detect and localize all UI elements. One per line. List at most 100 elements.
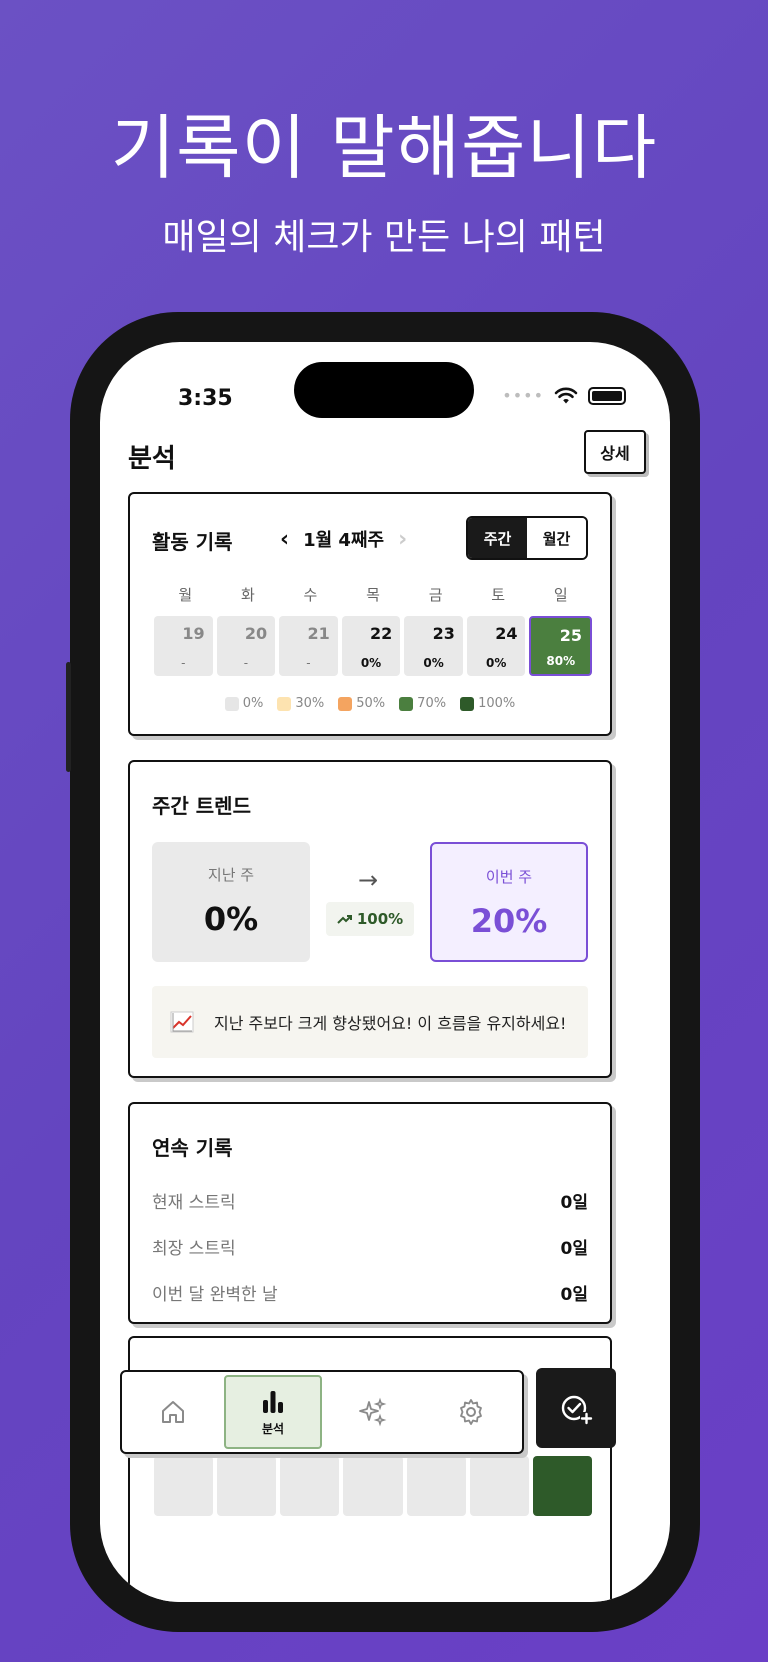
day-cell <box>154 1456 214 1516</box>
streak-row-perfect: 이번 달 완벽한 날 0일 <box>152 1280 588 1305</box>
battery-icon <box>588 386 626 405</box>
check-add-icon <box>561 1395 593 1425</box>
weekday-label: 목 <box>366 586 380 604</box>
page-title: 분석 <box>128 444 176 474</box>
change-value: 100% <box>356 910 404 928</box>
day-cell <box>280 1456 340 1516</box>
legend-label: 0% <box>242 696 264 711</box>
week-navigator: ‹ 1월 4째주 › <box>280 526 407 552</box>
streak-label: 최장 스트릭 <box>152 1239 236 1259</box>
period-toggle: 주간 월간 <box>466 516 588 560</box>
tab-insights[interactable] <box>326 1375 420 1449</box>
chevron-left-icon[interactable]: ‹ <box>280 527 289 552</box>
phone-screen: 3:35 •••• 분석 상세 활동 기록 ‹ 1월 4째주 › 주간 월간 월… <box>100 342 670 1602</box>
streak-value: 0일 <box>560 1193 588 1213</box>
last-week-box: 지난 주 0% <box>152 842 310 962</box>
peek-day-grid <box>154 1456 592 1516</box>
streak-label: 이번 달 완벽한 날 <box>152 1285 278 1305</box>
day-grid: 19 - 20 - 21 - 22 0% 23 0% 24 0% 25 80% <box>154 616 593 676</box>
legend-swatch <box>399 696 414 711</box>
toggle-weekly[interactable]: 주간 <box>468 518 527 558</box>
day-cell[interactable]: 19 - <box>154 616 213 676</box>
trend-title: 주간 트렌드 <box>152 794 251 818</box>
day-cell <box>217 1456 277 1516</box>
sparkles-icon <box>359 1397 387 1427</box>
trending-up-icon <box>337 915 352 924</box>
streak-row-current: 현재 스트릭 0일 <box>152 1188 588 1213</box>
tab-bar: 분석 <box>120 1370 524 1454</box>
dynamic-island <box>294 362 474 418</box>
this-week-value: 20% <box>470 902 548 940</box>
tab-home[interactable] <box>126 1375 220 1449</box>
home-icon <box>162 1401 184 1423</box>
legend-label: 70% <box>417 696 447 711</box>
trend-message: 지난 주보다 크게 향상됐어요! 이 흐름을 유지하세요! <box>152 986 588 1058</box>
day-number: 25 <box>559 626 583 645</box>
weekday-header: 월 화 수 목 금 토 일 <box>154 584 592 605</box>
tab-settings[interactable] <box>424 1375 518 1449</box>
legend-item: 70% <box>399 696 446 711</box>
status-icons: •••• <box>502 386 626 405</box>
promo-headline: 기록이 말해줍니다 <box>110 107 658 189</box>
legend-swatch <box>277 696 292 711</box>
streak-card: 연속 기록 현재 스트릭 0일 최장 스트릭 0일 이번 달 완벽한 날 0일 <box>128 1102 612 1324</box>
legend-item: 0% <box>224 696 264 711</box>
day-percent: - <box>306 656 311 670</box>
weekday-label: 금 <box>428 586 443 604</box>
toggle-monthly[interactable]: 월간 <box>527 518 586 558</box>
day-cell[interactable]: 24 0% <box>466 616 526 676</box>
activity-title: 활동 기록 <box>152 530 233 554</box>
week-label: 1월 4째주 <box>303 530 385 551</box>
legend-swatch <box>460 696 475 711</box>
streak-row-longest: 최장 스트릭 0일 <box>152 1234 588 1259</box>
legend-item: 50% <box>338 696 385 711</box>
day-number: 21 <box>307 624 330 643</box>
day-number: 20 <box>244 624 268 643</box>
day-cell[interactable]: 20 - <box>216 616 276 676</box>
chart-increasing-icon <box>170 1011 194 1033</box>
bar-chart-icon <box>263 1390 283 1413</box>
day-percent: 80% <box>546 654 576 668</box>
trend-card: 주간 트렌드 지난 주 0% → 100% 이번 주 20% 지난 주보다 크게… <box>128 760 612 1078</box>
weekday-label: 월 <box>178 586 193 604</box>
this-week-label: 이번 주 <box>485 868 533 886</box>
day-cell[interactable]: 23 0% <box>404 616 463 676</box>
phone-frame: 3:35 •••• 분석 상세 활동 기록 ‹ 1월 4째주 › 주간 월간 월… <box>66 312 700 1632</box>
day-cell <box>343 1456 403 1516</box>
add-check-button[interactable] <box>536 1368 616 1448</box>
streak-label: 현재 스트릭 <box>152 1193 236 1213</box>
signal-icon: •••• <box>502 386 544 405</box>
day-percent: 0% <box>423 656 444 670</box>
legend-label: 30% <box>295 696 325 711</box>
arrow-right-icon: → <box>358 866 379 894</box>
activity-card: 활동 기록 ‹ 1월 4째주 › 주간 월간 월 화 수 목 금 토 일 19 … <box>128 492 612 736</box>
day-cell[interactable]: 21 - <box>279 616 338 676</box>
weekday-label: 일 <box>553 586 568 604</box>
day-percent: - <box>181 656 186 670</box>
chevron-right-icon[interactable]: › <box>398 527 407 552</box>
day-percent: 0% <box>485 656 507 670</box>
legend-item: 30% <box>277 696 324 711</box>
promo-subline: 매일의 체크가 만든 나의 패턴 <box>162 217 606 258</box>
day-cell <box>532 1456 592 1516</box>
day-number: 22 <box>370 624 393 643</box>
legend-label: 100% <box>478 696 516 711</box>
last-week-value: 0% <box>203 900 259 938</box>
detail-button[interactable]: 상세 <box>584 430 646 474</box>
this-week-box: 이번 주 20% <box>430 842 588 962</box>
day-cell <box>406 1456 466 1516</box>
color-legend: 0% 30% 50% 70% 100% <box>130 696 610 711</box>
day-percent: - <box>243 656 249 670</box>
tab-analysis[interactable]: 분석 <box>224 1375 322 1449</box>
weekday-label: 토 <box>491 586 506 604</box>
day-cell-today[interactable]: 25 80% <box>529 616 593 676</box>
trend-message-text: 지난 주보다 크게 향상됐어요! 이 흐름을 유지하세요! <box>214 1014 567 1033</box>
day-cell[interactable]: 22 0% <box>341 616 401 676</box>
legend-swatch <box>224 696 239 711</box>
tab-label: 분석 <box>261 1421 285 1436</box>
day-cell <box>469 1456 529 1516</box>
weekday-label: 수 <box>303 586 318 604</box>
streak-value: 0일 <box>560 1285 588 1305</box>
status-time: 3:35 <box>178 386 233 411</box>
legend-item: 100% <box>460 696 515 711</box>
